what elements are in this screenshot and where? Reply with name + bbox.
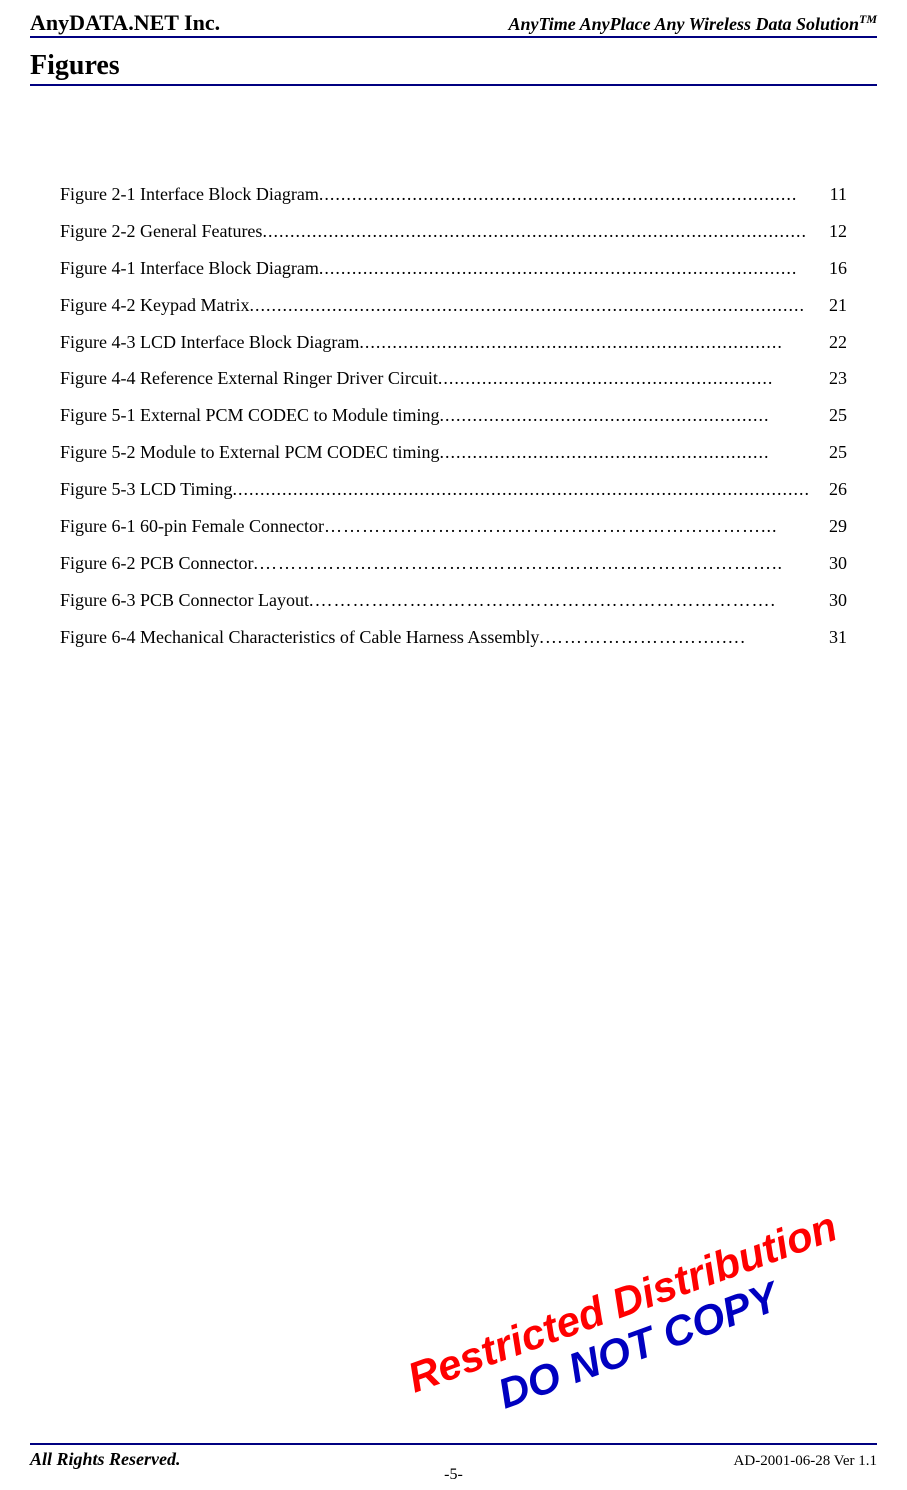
- toc-label: Figure 4-3 LCD Interface Block Diagram: [60, 324, 359, 361]
- toc-dots: ........................................…: [359, 324, 823, 361]
- toc-dots: ........................................…: [262, 213, 823, 250]
- toc-label: Figure 4-4 Reference External Ringer Dri…: [60, 360, 438, 397]
- toc-row: Figure 5-3 LCD Timing ..................…: [60, 471, 847, 508]
- page-footer: All Rights Reserved. AD-2001-06-28 Ver 1…: [30, 1443, 877, 1470]
- toc-page: 25: [823, 397, 847, 434]
- toc-row: Figure 5-1 External PCM CODEC to Module …: [60, 397, 847, 434]
- toc-page: 29: [823, 508, 847, 545]
- tagline: AnyTime AnyPlace Any Wireless Data Solut…: [508, 12, 877, 35]
- toc-page: 12: [823, 213, 847, 250]
- toc-row: Figure 4-2 Keypad Matrix ...............…: [60, 287, 847, 324]
- toc-row: Figure 5-2 Module to External PCM CODEC …: [60, 434, 847, 471]
- toc-dots: .………………………………………………………………………..: [254, 545, 824, 582]
- company-name: AnyDATA.NET Inc.: [30, 10, 220, 36]
- toc-label: Figure 6-3 PCB Connector Layout: [60, 582, 309, 619]
- toc-dots: ........................................…: [249, 287, 823, 324]
- toc-page: 26: [823, 471, 847, 508]
- tagline-text: AnyTime AnyPlace Any Wireless Data Solut…: [508, 14, 859, 34]
- toc-dots: ........................................…: [319, 176, 824, 213]
- toc-label: Figure 5-1 External PCM CODEC to Module …: [60, 397, 440, 434]
- toc-label: Figure 6-2 PCB Connector: [60, 545, 254, 582]
- toc-label: Figure 6-1 60-pin Female Connector: [60, 508, 324, 545]
- toc-dots: ........................................…: [440, 397, 824, 434]
- footer-version: AD-2001-06-28 Ver 1.1: [734, 1453, 877, 1470]
- toc-page: 31: [823, 619, 847, 656]
- toc-dots: ........................................…: [319, 250, 823, 287]
- toc-label: Figure 5-3 LCD Timing: [60, 471, 233, 508]
- toc-page: 25: [823, 434, 847, 471]
- watermark-line1: Restricted Distribution: [402, 1203, 843, 1401]
- toc-row: Figure 6-1 60-pin Female Connector ………………: [60, 508, 847, 545]
- footer-rights: All Rights Reserved.: [30, 1449, 181, 1470]
- section-title: Figures: [30, 50, 877, 82]
- watermark: Restricted Distribution DO NOT COPY: [402, 1203, 859, 1445]
- toc-label: Figure 4-2 Keypad Matrix: [60, 287, 249, 324]
- toc-page: 21: [823, 287, 847, 324]
- toc-dots: .……………………….….: [539, 619, 823, 656]
- toc-row: Figure 2-1 Interface Block Diagram .....…: [60, 176, 847, 213]
- toc-dots: .……………………………………………………………….: [309, 582, 823, 619]
- toc-page: 23: [823, 360, 847, 397]
- toc-row: Figure 6-2 PCB Connector .………………………………………: [60, 545, 847, 582]
- toc-dots: ........................................…: [233, 471, 823, 508]
- page-header: AnyDATA.NET Inc. AnyTime AnyPlace Any Wi…: [30, 0, 877, 38]
- toc-row: Figure 6-4 Mechanical Characteristics of…: [60, 619, 847, 656]
- toc-label: Figure 2-2 General Features: [60, 213, 262, 250]
- toc-row: Figure 4-4 Reference External Ringer Dri…: [60, 360, 847, 397]
- toc-row: Figure 4-1 Interface Block Diagram .....…: [60, 250, 847, 287]
- toc-page: 30: [823, 582, 847, 619]
- toc-label: Figure 2-1 Interface Block Diagram: [60, 176, 319, 213]
- toc-row: Figure 4-3 LCD Interface Block Diagram .…: [60, 324, 847, 361]
- footer-page-number: -5-: [444, 1466, 463, 1484]
- toc-page: 22: [823, 324, 847, 361]
- toc-page: 16: [823, 250, 847, 287]
- toc-label: Figure 6-4 Mechanical Characteristics of…: [60, 619, 539, 656]
- figures-list: Figure 2-1 Interface Block Diagram .....…: [30, 86, 877, 656]
- toc-row: Figure 6-3 PCB Connector Layout .……………………: [60, 582, 847, 619]
- toc-dots: ……………………………………………………………...: [324, 508, 823, 545]
- footer-rule: [30, 1443, 877, 1445]
- toc-row: Figure 2-2 General Features ............…: [60, 213, 847, 250]
- toc-label: Figure 5-2 Module to External PCM CODEC …: [60, 434, 440, 471]
- toc-dots: ........................................…: [438, 360, 823, 397]
- toc-page: 11: [824, 176, 847, 213]
- watermark-line2: DO NOT COPY: [418, 1246, 859, 1444]
- toc-page: 30: [823, 545, 847, 582]
- toc-dots: ........................................…: [440, 434, 824, 471]
- toc-label: Figure 4-1 Interface Block Diagram: [60, 250, 319, 287]
- trademark-sup: TM: [859, 12, 877, 26]
